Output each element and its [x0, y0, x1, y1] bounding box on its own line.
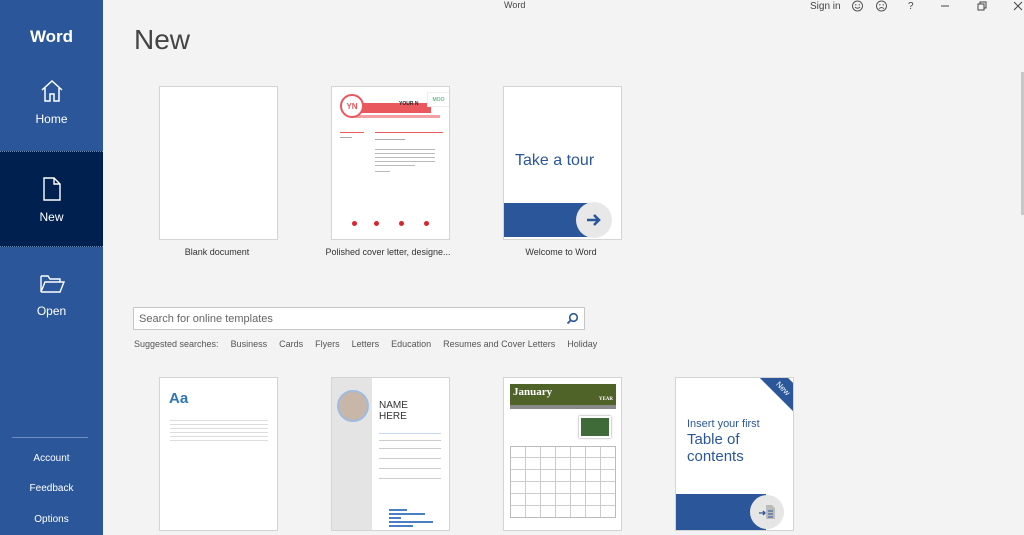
- close-icon[interactable]: [1013, 0, 1023, 12]
- toc-line2: Table of: [687, 431, 740, 448]
- page-title: New: [134, 24, 191, 55]
- sidebar-item-open[interactable]: Open: [0, 272, 103, 368]
- resume-name: NAME HERE: [379, 400, 408, 422]
- suggested-flyers[interactable]: Flyers: [315, 339, 340, 349]
- template-single-spaced[interactable]: Aa: [159, 377, 278, 531]
- minimize-icon[interactable]: [940, 0, 950, 12]
- suggested-holiday[interactable]: Holiday: [567, 339, 597, 349]
- template-table-of-contents[interactable]: New Insert your first Table of contents: [675, 377, 794, 531]
- cover-initials: YN: [340, 94, 364, 118]
- insert-toc-icon: [750, 495, 784, 529]
- sidebar-item-new[interactable]: New: [0, 151, 103, 247]
- template-polished-cover-letter[interactable]: YN YOUR N MOO: [331, 86, 450, 240]
- tour-text: Take a tour: [515, 152, 595, 169]
- suggested-education[interactable]: Education: [391, 339, 431, 349]
- smile-icon[interactable]: [851, 0, 864, 12]
- template-search: [133, 307, 585, 330]
- search-icon[interactable]: [566, 312, 579, 325]
- new-document-icon: [42, 177, 61, 201]
- help-icon[interactable]: ?: [908, 0, 914, 12]
- toc-line3: contents: [687, 448, 744, 465]
- folder-open-icon: [39, 275, 65, 293]
- suggested-letters[interactable]: Letters: [352, 339, 380, 349]
- arrow-right-icon: [576, 202, 612, 238]
- sidebar-divider: [12, 437, 88, 438]
- moo-logo: MOO: [427, 92, 449, 107]
- backstage-sidebar: Word Home New Open Account Feedback Opti…: [0, 0, 103, 535]
- restore-icon[interactable]: [977, 0, 987, 12]
- suggested-searches: Suggested searches: Business Cards Flyer…: [134, 339, 609, 349]
- template-label: Welcome to Word: [525, 247, 597, 257]
- suggested-business[interactable]: Business: [231, 339, 268, 349]
- sidebar-feedback[interactable]: Feedback: [0, 483, 103, 494]
- sidebar-account[interactable]: Account: [0, 453, 103, 464]
- sidebar-options[interactable]: Options: [0, 514, 103, 525]
- calendar-header: January YEAR: [510, 384, 616, 405]
- sign-in-link[interactable]: Sign in: [810, 0, 841, 12]
- suggested-resumes[interactable]: Resumes and Cover Letters: [443, 339, 555, 349]
- sidebar-item-label: New: [39, 210, 64, 224]
- toc-line1: Insert your first: [687, 418, 760, 430]
- template-calendar[interactable]: January YEAR: [503, 377, 622, 531]
- template-label: Blank document: [184, 247, 250, 257]
- frown-icon[interactable]: [875, 0, 888, 12]
- template-resume[interactable]: NAME HERE: [331, 377, 450, 531]
- calendar-photo: [579, 416, 611, 438]
- calendar-grid: [510, 446, 616, 518]
- sidebar-item-label: Open: [36, 304, 67, 318]
- home-icon: [40, 79, 63, 102]
- template-welcome-to-word[interactable]: Take a tour: [503, 86, 622, 240]
- suggested-label: Suggested searches:: [134, 339, 219, 349]
- template-label: Polished cover letter, designe...: [325, 247, 451, 257]
- sidebar-item-label: Home: [35, 112, 68, 126]
- app-name: Word: [29, 27, 74, 46]
- cover-banner: [355, 103, 431, 113]
- cover-heading: YOUR N: [399, 101, 419, 107]
- aa-preview: Aa: [169, 390, 189, 407]
- window-title: Word: [504, 0, 526, 10]
- template-blank-document[interactable]: [159, 86, 278, 240]
- search-input[interactable]: [134, 308, 554, 329]
- resume-photo: [337, 390, 369, 422]
- suggested-cards[interactable]: Cards: [279, 339, 303, 349]
